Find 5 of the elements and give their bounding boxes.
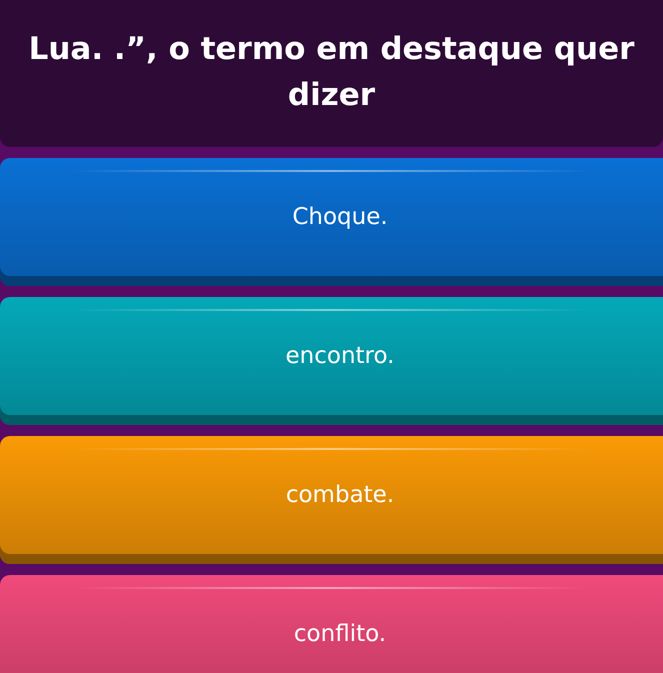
answer-option[interactable]: combate.: [0, 436, 663, 564]
answer-option[interactable]: Choque.: [0, 158, 663, 286]
question-text: Lua. .”, o termo em destaque quer dizer: [28, 30, 636, 115]
answer-option[interactable]: encontro.: [0, 297, 663, 425]
answer-option[interactable]: conflito.: [0, 575, 663, 673]
